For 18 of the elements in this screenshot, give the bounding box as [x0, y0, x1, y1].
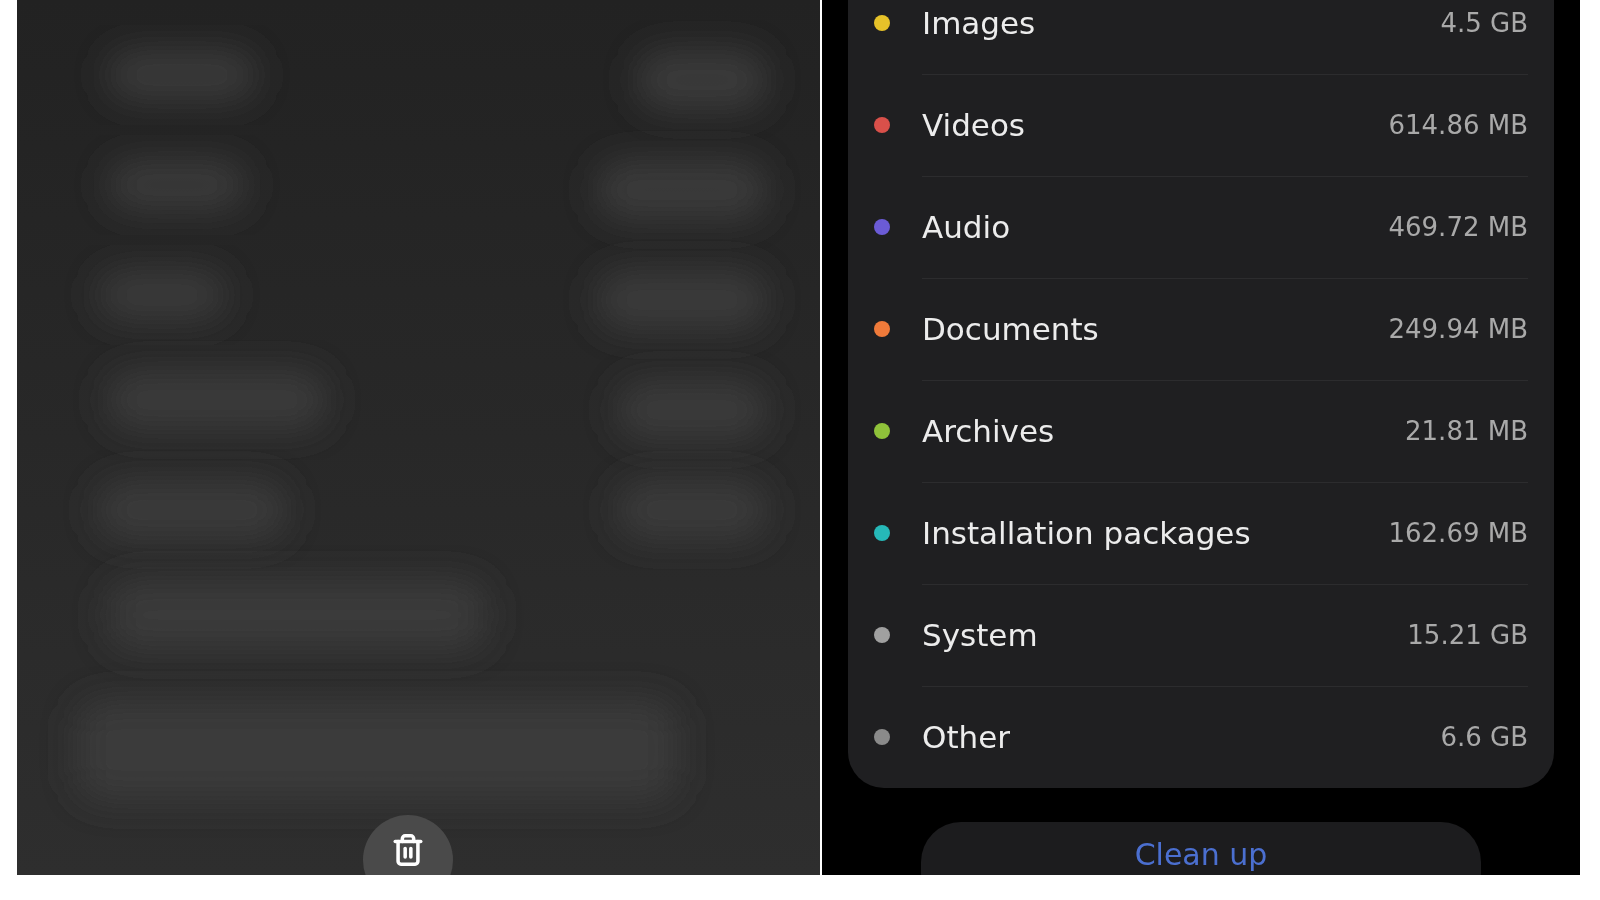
- category-size: 614.86 MB: [1388, 109, 1528, 142]
- category-name: Archives: [922, 412, 1055, 452]
- clean-up-button[interactable]: Clean up: [921, 822, 1481, 875]
- category-name: Videos: [922, 106, 1025, 146]
- category-size: 469.72 MB: [1388, 211, 1528, 244]
- trash-icon: [391, 833, 425, 867]
- category-name: System: [922, 616, 1038, 656]
- category-name: Images: [922, 3, 1036, 43]
- category-name: Other: [922, 718, 1011, 758]
- category-name: Installation packages: [922, 514, 1251, 554]
- category-name: Documents: [922, 310, 1099, 350]
- category-size: 249.94 MB: [1388, 313, 1528, 346]
- category-size: 15.21 GB: [1407, 619, 1528, 652]
- category-size: 6.6 GB: [1440, 721, 1528, 754]
- category-size: 21.81 MB: [1405, 415, 1528, 448]
- category-size: 162.69 MB: [1388, 517, 1528, 550]
- category-size: 4.5 GB: [1440, 6, 1528, 40]
- category-name: Audio: [922, 208, 1011, 248]
